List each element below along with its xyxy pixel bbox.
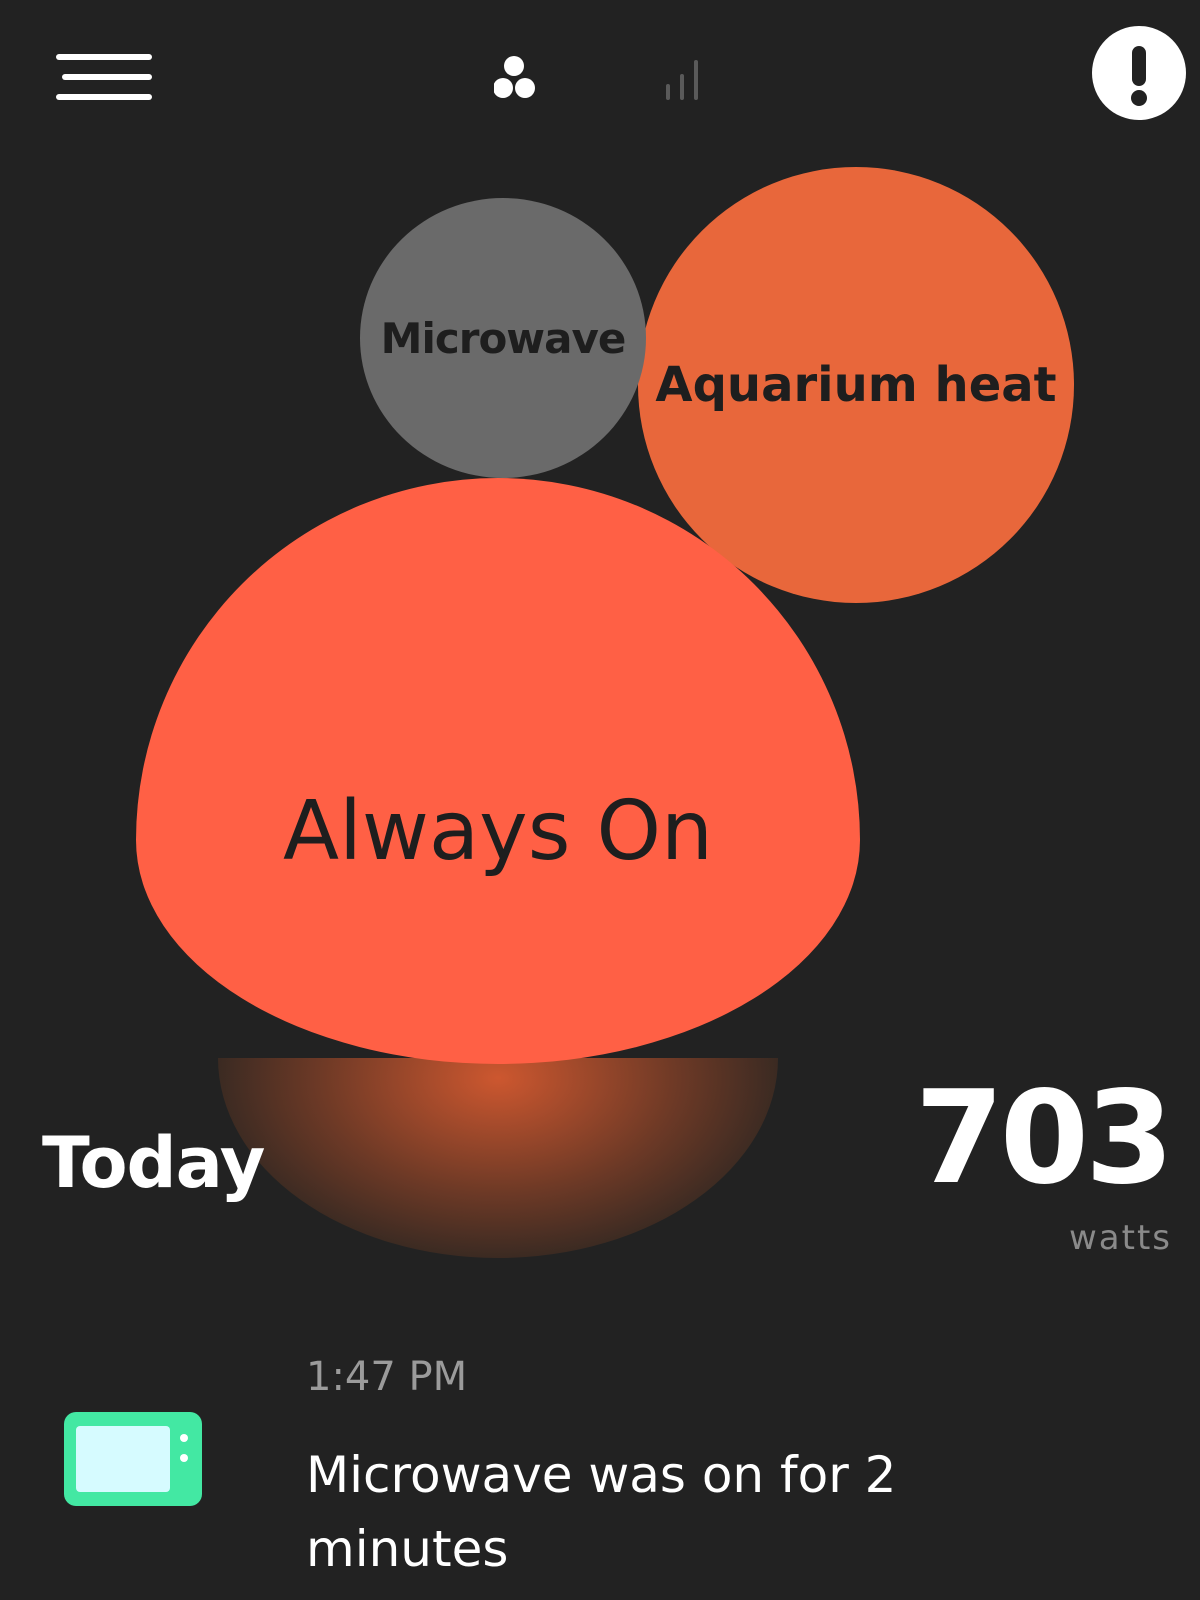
menu-line xyxy=(56,94,152,100)
energy-monitor-screen: Aquarium heat Microwave Always On Today … xyxy=(0,0,1200,1600)
event-timestamp: 1:47 PM xyxy=(306,1354,468,1400)
microwave-window xyxy=(76,1426,170,1492)
bubbles-icon[interactable] xyxy=(493,54,554,104)
bubble-microwave[interactable]: Microwave xyxy=(360,198,646,478)
microwave-icon[interactable] xyxy=(64,1412,202,1506)
period-label: Today xyxy=(42,1122,265,1204)
power-reading: 703 xyxy=(914,1064,1174,1213)
exclamation-icon[interactable] xyxy=(1092,26,1186,120)
power-unit: watts xyxy=(1068,1218,1172,1258)
bubble-aquarium-heat[interactable]: Aquarium heat xyxy=(638,167,1074,603)
menu-line xyxy=(62,74,152,80)
bubble-label: Always On xyxy=(282,783,714,879)
bar-chart-icon[interactable] xyxy=(660,58,710,104)
microwave-knob xyxy=(180,1434,188,1442)
hamburger-menu-icon[interactable] xyxy=(56,52,154,104)
event-description[interactable]: Microwave was on for 2 minutes xyxy=(306,1438,1006,1586)
always-on-glow xyxy=(218,1058,778,1258)
bubble-label: Microwave xyxy=(380,313,627,363)
bubble-label: Aquarium heat xyxy=(655,357,1057,413)
menu-line xyxy=(56,54,152,60)
microwave-knob xyxy=(180,1454,188,1462)
